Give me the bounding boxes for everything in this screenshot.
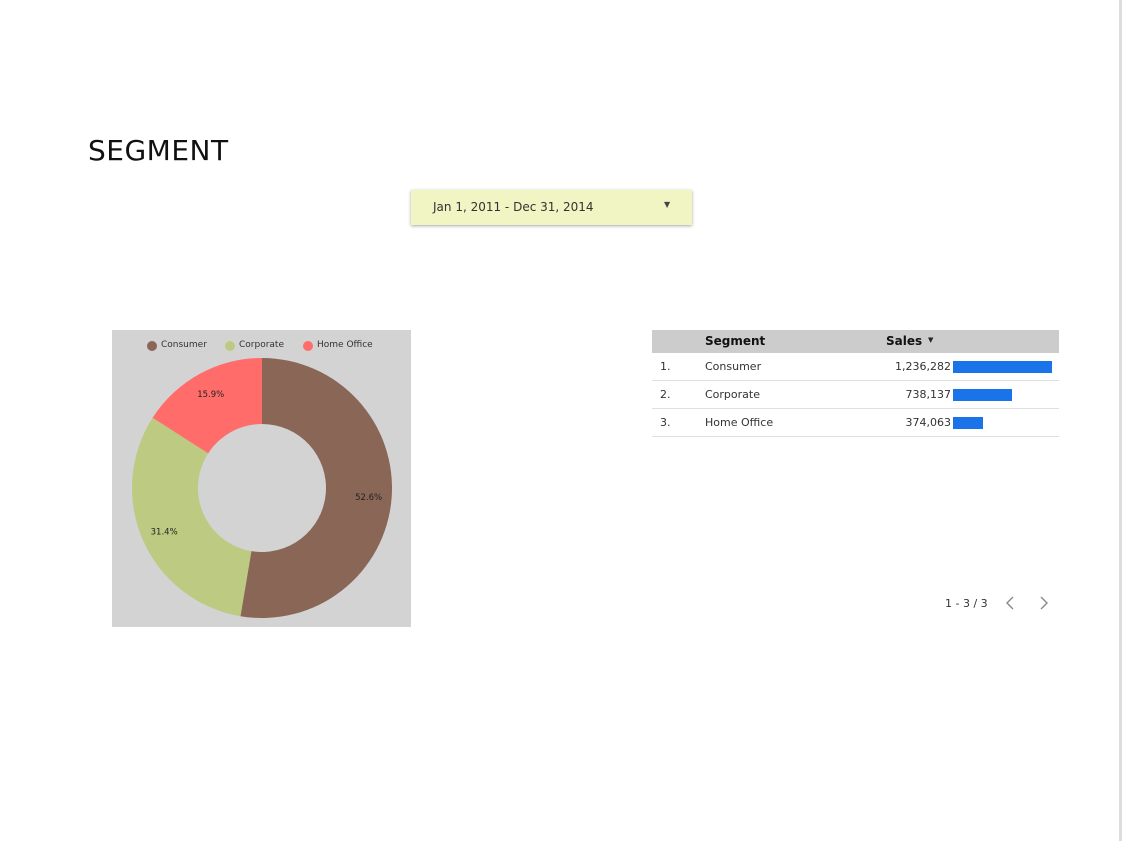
table-row[interactable]: 1. Consumer 1,236,282	[652, 353, 1059, 381]
segment-donut-chart: Consumer Corporate Home Office 52.6% 31.4…	[112, 330, 411, 627]
slice-percent-label: 52.6%	[355, 493, 382, 503]
sales-bar	[953, 361, 1052, 373]
row-sales-value: 374,063	[905, 416, 952, 429]
row-sales-value: 738,137	[905, 388, 952, 401]
donut-slice-corporate[interactable]	[132, 417, 252, 617]
sales-table: Segment Sales ▼ 1. Consumer 1,236,282 2.…	[652, 330, 1059, 437]
slice-percent-label: 15.9%	[197, 390, 224, 400]
chevron-right-icon	[1040, 596, 1048, 610]
caret-down-icon: ▼	[664, 200, 671, 209]
row-index: 3.	[660, 416, 671, 429]
column-header-segment[interactable]: Segment	[705, 334, 765, 348]
sales-bar	[953, 417, 983, 429]
page-title: SEGMENT	[88, 134, 229, 167]
chevron-left-icon	[1006, 596, 1014, 610]
row-index: 1.	[660, 360, 671, 373]
row-sales-value: 1,236,282	[895, 360, 951, 373]
donut-slice-consumer[interactable]	[240, 358, 392, 618]
row-segment: Consumer	[705, 360, 762, 373]
date-range-control[interactable]: Jan 1, 2011 - Dec 31, 2014 ▼	[411, 190, 692, 225]
slice-percent-label: 31.4%	[151, 527, 178, 537]
next-page-button[interactable]	[1034, 592, 1054, 614]
pagination-label: 1 - 3 / 3	[945, 597, 988, 610]
row-index: 2.	[660, 388, 671, 401]
table-row[interactable]: 2. Corporate 738,137	[652, 381, 1059, 409]
row-segment: Home Office	[705, 416, 774, 429]
table-row[interactable]: 3. Home Office 374,063	[652, 409, 1059, 437]
date-range-label: Jan 1, 2011 - Dec 31, 2014	[433, 200, 594, 214]
row-segment: Corporate	[705, 388, 760, 401]
sort-caret-down-icon[interactable]: ▼	[928, 336, 933, 344]
sales-bar	[953, 389, 1012, 401]
table-header: Segment Sales ▼	[652, 330, 1059, 353]
column-header-sales[interactable]: Sales	[886, 334, 922, 348]
previous-page-button[interactable]	[1000, 592, 1020, 614]
donut-svg: 52.6% 31.4% 15.9%	[132, 358, 392, 618]
